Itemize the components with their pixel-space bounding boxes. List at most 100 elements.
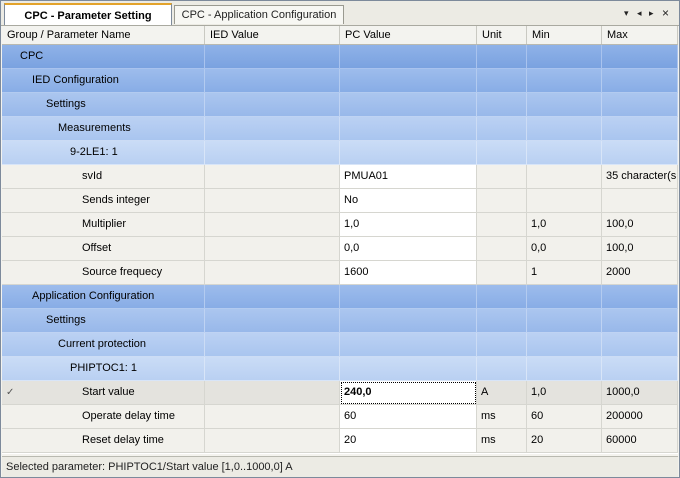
unit-cell: [477, 45, 527, 69]
max-cell: 100,0: [602, 213, 678, 237]
group-row[interactable]: 9-2LE1: 1: [2, 141, 678, 165]
parameter-name: Offset: [82, 242, 112, 254]
pc-value-cell[interactable]: 240,0: [340, 381, 477, 405]
max-cell: [602, 357, 678, 381]
ied-value-cell: [205, 93, 340, 117]
min-cell: [527, 333, 602, 357]
column-header-min[interactable]: Min: [527, 26, 602, 44]
min-cell: [527, 189, 602, 213]
parameter-row[interactable]: Source frequecy 1600 1 2000: [2, 261, 678, 285]
parameter-row[interactable]: Sends integer No: [2, 189, 678, 213]
ied-value-cell: [205, 333, 340, 357]
unit-cell: [477, 213, 527, 237]
pc-value-cell[interactable]: 20: [340, 429, 477, 453]
column-header-pc-value[interactable]: PC Value: [340, 26, 477, 44]
name-cell: svId: [2, 165, 205, 189]
name-cell: Measurements: [2, 117, 205, 141]
parameter-row[interactable]: Offset 0,0 0,0 100,0: [2, 237, 678, 261]
tab-list-dropdown-icon[interactable]: ▾: [624, 5, 629, 21]
min-cell: [527, 141, 602, 165]
group-row[interactable]: Settings: [2, 309, 678, 333]
tab-strip: CPC - Parameter Setting CPC - Applicatio…: [1, 1, 679, 26]
name-cell: Current protection: [2, 333, 205, 357]
parameter-row[interactable]: Operate delay time 60 ms 60 200000: [2, 405, 678, 429]
min-cell: 1,0: [527, 381, 602, 405]
max-cell: [602, 117, 678, 141]
group-row[interactable]: IED Configuration: [2, 69, 678, 93]
pc-value-cell: [340, 141, 477, 165]
group-row[interactable]: Measurements: [2, 117, 678, 141]
max-cell: [602, 45, 678, 69]
pc-value-cell[interactable]: 1600: [340, 261, 477, 285]
name-cell: PHIPTOC1: 1: [2, 357, 205, 381]
ied-value-cell: [205, 69, 340, 93]
name-cell: 9-2LE1: 1: [2, 141, 205, 165]
column-header-max[interactable]: Max: [602, 26, 678, 44]
group-row[interactable]: CPC: [2, 45, 678, 69]
close-icon[interactable]: ×: [662, 5, 669, 21]
parameter-row[interactable]: Reset delay time 20 ms 20 60000: [2, 429, 678, 453]
min-cell: [527, 309, 602, 333]
ied-value-cell: [205, 381, 340, 405]
name-cell: Reset delay time: [2, 429, 205, 453]
parameter-name: svId: [82, 170, 103, 182]
unit-cell: [477, 93, 527, 117]
group-label: Settings: [46, 98, 86, 110]
min-cell: [527, 165, 602, 189]
unit-cell: ms: [477, 405, 527, 429]
min-cell: [527, 45, 602, 69]
min-cell: 0,0: [527, 237, 602, 261]
column-header-name[interactable]: Group / Parameter Name: [2, 26, 205, 44]
name-cell: Settings: [2, 309, 205, 333]
min-cell: [527, 69, 602, 93]
tab-parameter-setting[interactable]: CPC - Parameter Setting: [4, 3, 172, 25]
ied-value-cell: [205, 213, 340, 237]
unit-cell: [477, 333, 527, 357]
parameter-row[interactable]: ✓ Start value 240,0 A 1,0 1000,0: [2, 381, 678, 405]
ied-value-cell: [205, 45, 340, 69]
name-cell: Source frequecy: [2, 261, 205, 285]
name-cell: Settings: [2, 93, 205, 117]
max-cell: [602, 333, 678, 357]
min-cell: [527, 285, 602, 309]
tab-application-configuration[interactable]: CPC - Application Configuration: [174, 5, 344, 24]
unit-cell: [477, 117, 527, 141]
name-cell: IED Configuration: [2, 69, 205, 93]
parameter-row[interactable]: svId PMUA01 35 character(s: [2, 165, 678, 189]
name-cell: Application Configuration: [2, 285, 205, 309]
group-row[interactable]: PHIPTOC1: 1: [2, 357, 678, 381]
parameter-row[interactable]: Multiplier 1,0 1,0 100,0: [2, 213, 678, 237]
ied-value-cell: [205, 189, 340, 213]
pc-value-cell[interactable]: 60: [340, 405, 477, 429]
tab-scroll-right-icon[interactable]: ▸: [649, 5, 654, 21]
pc-value-cell[interactable]: PMUA01: [340, 165, 477, 189]
min-cell: 20: [527, 429, 602, 453]
group-label: Application Configuration: [32, 290, 155, 302]
pc-value-cell: [340, 285, 477, 309]
tab-scroll-left-icon[interactable]: ◂: [637, 5, 642, 21]
group-row[interactable]: Current protection: [2, 333, 678, 357]
unit-cell: [477, 237, 527, 261]
group-row[interactable]: Settings: [2, 93, 678, 117]
max-cell: [602, 93, 678, 117]
column-header-unit[interactable]: Unit: [477, 26, 527, 44]
unit-cell: [477, 357, 527, 381]
unit-cell: [477, 285, 527, 309]
name-cell: Operate delay time: [2, 405, 205, 429]
pc-value-cell: [340, 93, 477, 117]
group-label: Measurements: [58, 122, 131, 134]
parameter-grid: Group / Parameter Name IED Value PC Valu…: [2, 26, 678, 454]
group-row[interactable]: Application Configuration: [2, 285, 678, 309]
ied-value-cell: [205, 309, 340, 333]
column-header-ied-value[interactable]: IED Value: [205, 26, 340, 44]
pc-value-cell: [340, 45, 477, 69]
pc-value-cell[interactable]: 0,0: [340, 237, 477, 261]
unit-cell: [477, 69, 527, 93]
ied-value-cell: [205, 141, 340, 165]
unit-cell: [477, 261, 527, 285]
name-cell: ✓ Start value: [2, 381, 205, 405]
ied-value-cell: [205, 285, 340, 309]
pc-value-cell[interactable]: No: [340, 189, 477, 213]
unit-cell: [477, 141, 527, 165]
pc-value-cell[interactable]: 1,0: [340, 213, 477, 237]
